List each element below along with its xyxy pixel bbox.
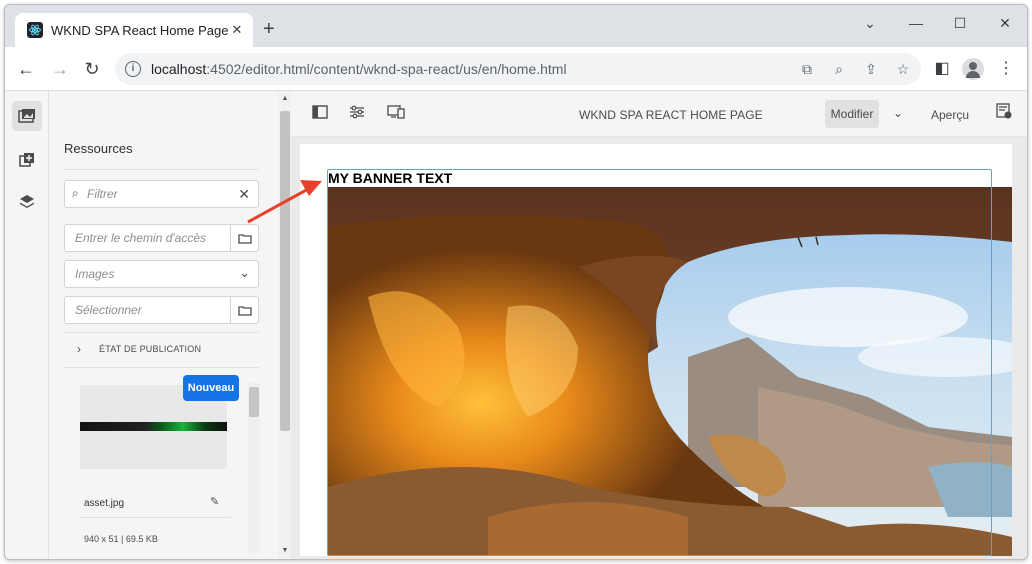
tag-placeholder: Sélectionner — [75, 303, 142, 317]
divider — [80, 517, 231, 518]
browser-tab[interactable]: WKND SPA React Home Page ✕ — [15, 13, 253, 47]
page-title: WKND SPA REACT HOME PAGE — [579, 108, 763, 122]
assets-rail-button[interactable] — [12, 101, 42, 131]
bookmark-star-icon[interactable]: ☆ — [893, 59, 913, 79]
edit-pencil-icon[interactable]: ✎ — [210, 495, 219, 508]
toggle-side-panel-icon[interactable] — [309, 103, 331, 125]
minimize-icon[interactable]: — — [902, 13, 930, 33]
edit-mode-button[interactable]: Modifier — [825, 100, 879, 128]
folder-browse-icon[interactable] — [230, 225, 258, 251]
asset-type-value: Images — [75, 267, 115, 281]
panel-title: Ressources — [64, 141, 133, 156]
maximize-icon[interactable]: ☐ — [946, 13, 974, 33]
page-properties-icon[interactable] — [346, 103, 368, 125]
components-rail-button[interactable] — [12, 145, 42, 175]
path-input[interactable]: Entrer le chemin d'accès — [64, 224, 259, 252]
chevron-down-icon[interactable]: ⌄ — [893, 106, 903, 120]
emulator-devices-icon[interactable] — [385, 103, 407, 125]
tab-close-icon[interactable]: ✕ — [229, 22, 245, 38]
address-bar[interactable]: i localhost:4502/editor.html/content/wkn… — [115, 53, 921, 85]
new-tab-icon[interactable]: + — [263, 19, 275, 39]
profile-avatar[interactable] — [962, 58, 984, 80]
translate-icon[interactable]: ⧉ — [797, 59, 817, 79]
tab-strip: WKND SPA React Home Page ✕ + ⌄ — ☐ ✕ — [5, 5, 1027, 47]
layers-icon — [20, 195, 34, 208]
tab-title: WKND SPA React Home Page — [51, 22, 229, 38]
divider — [64, 332, 259, 333]
banner-component-selection[interactable] — [327, 169, 992, 556]
asset-list-scroll-thumb[interactable] — [249, 387, 259, 417]
back-icon[interactable]: ← — [15, 58, 37, 80]
tab-search-chevron-icon[interactable]: ⌄ — [856, 13, 884, 33]
divider — [64, 169, 259, 170]
new-badge: Nouveau — [183, 375, 239, 401]
components-icon — [19, 153, 34, 167]
scroll-up-arrow-icon[interactable]: ▲ — [280, 95, 290, 102]
folder-browse-icon[interactable] — [230, 297, 258, 323]
menu-kebab-icon[interactable]: ⋮ — [995, 58, 1017, 80]
side-panel-icon[interactable]: ◧ — [931, 58, 953, 80]
reload-icon[interactable]: ↻ — [81, 58, 103, 80]
url-host: localhost — [151, 61, 207, 77]
divider — [64, 367, 259, 368]
asset-dimensions-size: 940 x 51 | 69.5 KB — [84, 534, 158, 544]
url-path: :4502/editor.html/content/wknd-spa-react… — [206, 61, 567, 77]
thumbnail-image — [80, 422, 227, 431]
browser-toolbar: ← → ↻ i localhost:4502/editor.html/conte… — [5, 47, 1027, 91]
page-info-icon[interactable] — [993, 103, 1015, 125]
filter-placeholder: Filtrer — [87, 187, 118, 201]
url-text[interactable]: localhost:4502/editor.html/content/wknd-… — [151, 61, 567, 77]
editor-toolbar: WKND SPA REACT HOME PAGE Modifier ⌄ Aper… — [291, 91, 1027, 137]
filter-input[interactable]: ⌕ Filtrer ✕ — [64, 180, 259, 208]
share-icon[interactable]: ⇪ — [861, 59, 881, 79]
content-tree-rail-button[interactable] — [12, 187, 42, 217]
path-placeholder: Entrer le chemin d'accès — [75, 231, 207, 245]
close-window-icon[interactable]: ✕ — [991, 13, 1019, 33]
tag-input[interactable]: Sélectionner — [64, 296, 259, 324]
assets-panel: Ressources ⌕ Filtrer ✕ Entrer le chemin … — [49, 91, 291, 559]
search-icon: ⌕ — [72, 186, 79, 200]
banner-text: MY BANNER TEXT — [328, 170, 453, 186]
site-info-icon[interactable]: i — [125, 61, 141, 77]
clear-icon[interactable]: ✕ — [238, 186, 250, 203]
side-rail — [5, 91, 49, 559]
publish-state-toggle[interactable]: ÉTAT DE PUBLICATION — [99, 344, 201, 354]
preview-button[interactable]: Aperçu — [931, 108, 969, 122]
forward-icon[interactable]: → — [49, 58, 71, 80]
scroll-down-arrow-icon[interactable]: ▼ — [280, 547, 290, 554]
chevron-right-icon[interactable]: › — [77, 342, 81, 356]
zoom-icon[interactable]: ⌕ — [829, 59, 849, 79]
panel-scroll-thumb[interactable] — [280, 111, 290, 431]
assets-icon — [18, 109, 35, 123]
chevron-down-icon: ⌄ — [239, 265, 250, 280]
asset-type-select[interactable]: Images ⌄ — [64, 260, 259, 288]
react-icon — [27, 22, 43, 38]
asset-name: asset.jpg — [84, 498, 125, 509]
